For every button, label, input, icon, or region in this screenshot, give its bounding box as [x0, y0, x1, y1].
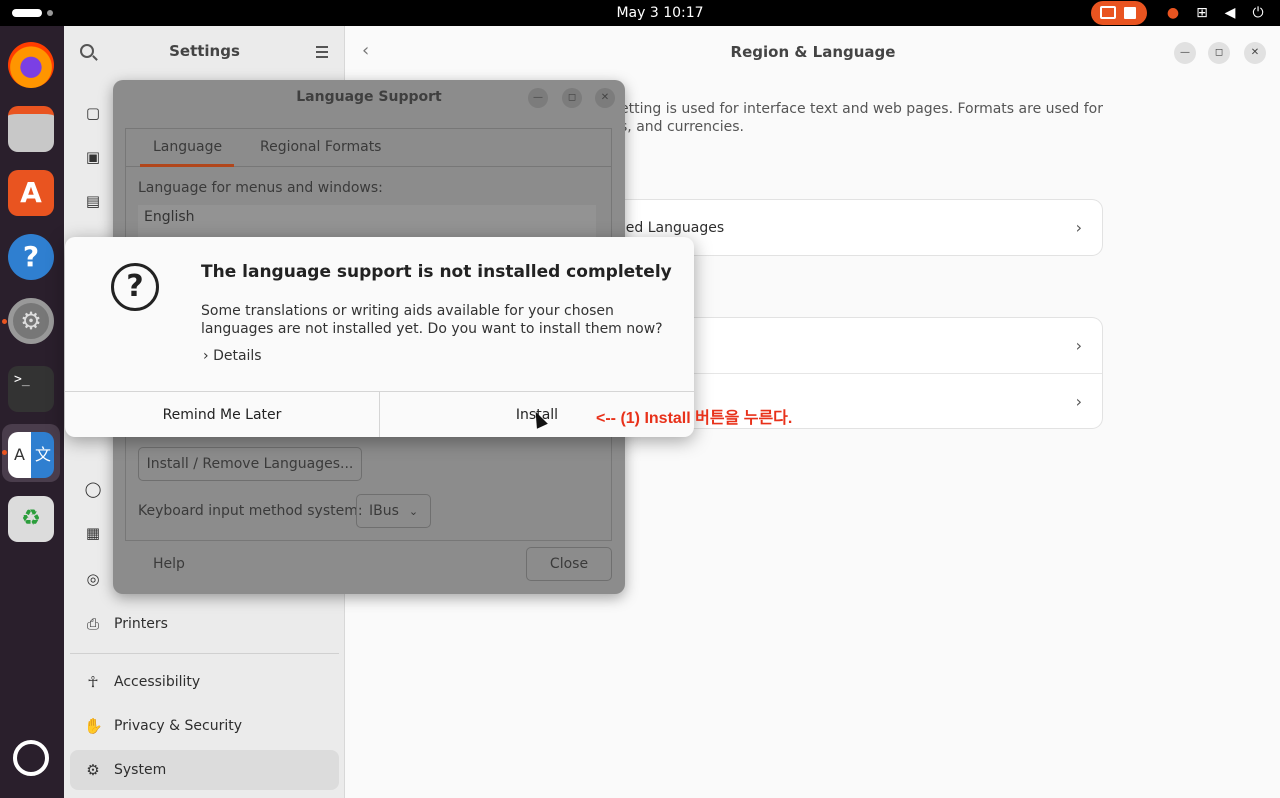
keyboard-input-label: Keyboard input method system: — [138, 503, 363, 519]
details-label: Details — [213, 348, 262, 364]
sidebar-item-label: System — [114, 762, 167, 778]
sidebar-item-privacy-security[interactable]: ✋ Privacy & Security — [70, 706, 339, 746]
show-apps-icon[interactable] — [13, 740, 49, 776]
printer-icon: ⎙ — [86, 615, 99, 633]
system-gear-icon: ⚙ — [86, 761, 100, 779]
display-icon: ▣ — [85, 148, 101, 166]
chevron-down-icon: ⌄ — [408, 504, 419, 518]
sidebar-title: Settings — [169, 42, 240, 60]
volume-icon[interactable]: ◀ — [1220, 3, 1240, 23]
menus-windows-label: Language for menus and windows: — [138, 180, 383, 196]
tab-regional-formats[interactable]: Regional Formats — [260, 139, 381, 155]
network-icon[interactable]: ⊞ — [1192, 3, 1212, 23]
sidebar-item-label: Privacy & Security — [114, 718, 242, 734]
chevron-right-icon: › — [1075, 336, 1082, 355]
sidebar-item-accessibility[interactable]: ☥ Accessibility — [70, 662, 339, 702]
active-tab-underline — [140, 164, 234, 167]
running-indicator — [2, 450, 7, 455]
chevron-right-icon: › — [203, 348, 209, 364]
chevron-right-icon: › — [1075, 392, 1082, 411]
microphone-icon[interactable]: ● — [1163, 3, 1183, 23]
installed-languages-label: lled Languages — [618, 219, 725, 236]
power-icon[interactable]: ⏻ — [1248, 3, 1268, 23]
hand-icon: ✋ — [84, 717, 103, 735]
keyboard-icon: ▦ — [85, 524, 101, 542]
install-remove-languages-button[interactable]: Install / Remove Languages... — [138, 447, 362, 481]
tutorial-annotation: <-- (1) Install 버튼을 누른다. — [596, 410, 793, 427]
running-indicator — [2, 319, 7, 324]
remind-me-later-button[interactable]: Remind Me Later — [65, 392, 379, 437]
accessibility-icon: ☥ — [87, 673, 99, 691]
activities-indicator[interactable] — [12, 9, 42, 17]
keyboard-input-value: IBus — [369, 503, 399, 519]
tab-language[interactable]: Language — [153, 139, 222, 155]
minimize-button[interactable]: — — [1174, 42, 1196, 64]
top-bar: May 3 10:17 ● ⊞ ◀ ⏻ — [0, 0, 1280, 26]
question-icon: ? — [111, 263, 159, 311]
close-button[interactable]: ✕ — [1244, 42, 1266, 64]
sidebar-item-system[interactable]: ⚙ System — [70, 750, 339, 790]
hamburger-menu-icon[interactable] — [316, 46, 328, 58]
screencast-icon — [1100, 6, 1116, 19]
language-list-item[interactable]: English — [144, 209, 195, 225]
mouse-icon: ◯ — [84, 480, 102, 498]
help-button[interactable]: Help — [153, 556, 185, 572]
files-icon[interactable] — [8, 106, 54, 152]
sidebar-item-printers[interactable]: ⎙ Printers — [70, 604, 339, 644]
stop-icon — [1124, 7, 1136, 19]
ls-tab-bar: Language Regional Formats — [126, 129, 611, 167]
color-icon: ◎ — [86, 570, 100, 588]
clock[interactable]: May 3 10:17 — [560, 0, 760, 26]
terminal-icon[interactable]: >_ — [8, 366, 54, 412]
dock: A ? ⚙ >_ A文 ♻ — [0, 26, 64, 798]
chevron-right-icon: › — [1075, 218, 1082, 237]
page-title: Region & Language — [730, 43, 896, 61]
sidebar-item-label: Printers — [114, 616, 168, 632]
dialog-message: Some translations or writing aids availa… — [201, 303, 663, 337]
ls-maximize-button[interactable]: ◻ — [562, 88, 582, 108]
firefox-icon[interactable] — [8, 42, 54, 88]
maximize-button[interactable]: ◻ — [1208, 42, 1230, 64]
content-header: ‹ Region & Language — ◻ ✕ — [346, 26, 1280, 78]
help-icon[interactable]: ? — [8, 234, 54, 280]
details-expander[interactable]: › Details — [203, 348, 262, 364]
language-support-icon[interactable]: A文 — [8, 432, 54, 478]
language-support-title: Language Support — [296, 89, 442, 105]
settings-gear-icon[interactable]: ⚙ — [8, 298, 54, 344]
sidebar-item-label: Accessibility — [114, 674, 201, 690]
app-center-icon[interactable]: A — [8, 170, 54, 216]
workspace-dot — [47, 10, 53, 16]
window-icon: ▢ — [85, 104, 101, 122]
monitor-icon: ▤ — [85, 192, 101, 210]
ls-minimize-button[interactable]: — — [528, 88, 548, 108]
sidebar-divider — [70, 653, 339, 654]
sidebar-header: Settings — [64, 26, 344, 78]
trash-icon[interactable]: ♻ — [8, 496, 54, 542]
screen-recording-indicator[interactable] — [1091, 1, 1147, 25]
dialog-title: The language support is not installed co… — [201, 262, 672, 282]
ls-close-button[interactable]: ✕ — [595, 88, 615, 108]
keyboard-input-select[interactable]: IBus ⌄ — [356, 494, 431, 528]
close-button[interactable]: Close — [526, 547, 612, 581]
